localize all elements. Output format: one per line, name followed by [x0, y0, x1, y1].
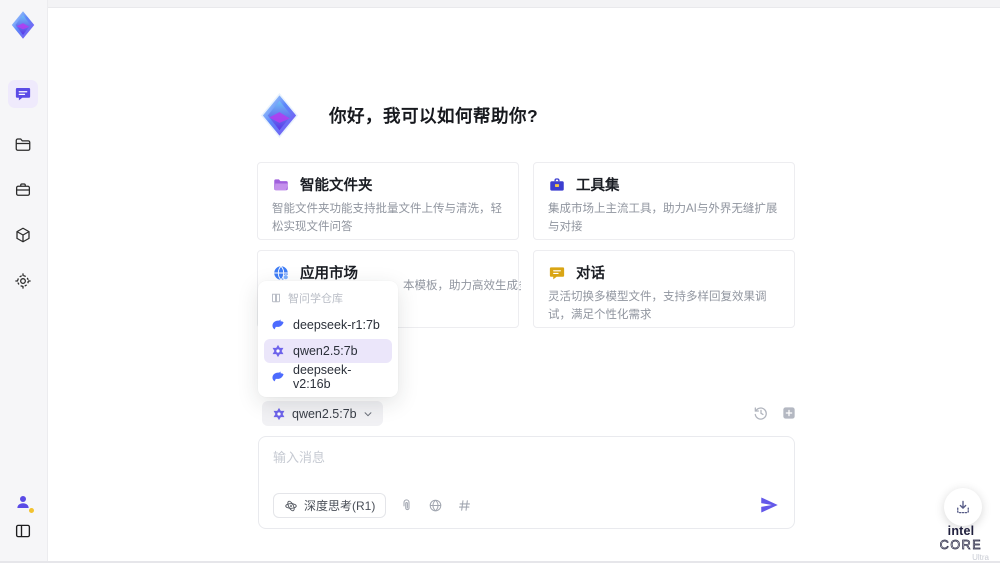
model-option-deepseek-r1[interactable]: deepseek-r1:7b	[264, 313, 392, 337]
model-dropdown-header: 智问学仓库	[264, 288, 392, 313]
panel-toggle-icon	[15, 524, 31, 538]
paperclip-icon	[403, 498, 410, 510]
core-wordmark: CORE	[939, 537, 983, 552]
deep-think-label: 深度思考(R1)	[304, 499, 376, 513]
card-smart-folder[interactable]: 智能文件夹 智能文件夹功能支持批量文件上传与清洗，轻松实现文件问答	[257, 162, 519, 240]
card-description: 灵活切换多模型文件，支持多样回复效果调试，满足个性化需求	[548, 291, 767, 321]
card-title: 对话	[576, 266, 605, 282]
sidebar-item-account[interactable]	[8, 488, 38, 516]
download-button[interactable]	[944, 488, 982, 526]
deepseek-icon	[272, 371, 284, 382]
sidebar-item-toolbox[interactable]	[8, 176, 38, 204]
send-button[interactable]	[758, 494, 780, 516]
deep-think-toggle[interactable]: 深度思考(R1)	[273, 493, 387, 518]
briefcase-icon	[15, 183, 31, 196]
cube-icon	[16, 227, 30, 243]
new-chat-button[interactable]	[780, 404, 798, 422]
prompt-library-button[interactable]	[457, 498, 473, 514]
model-selector-button[interactable]: qwen2.5:7b	[262, 401, 383, 426]
intel-wordmark: intel	[947, 524, 975, 538]
account-status-dot	[29, 508, 34, 513]
app-logo-icon	[11, 11, 35, 39]
sidebar-item-panel-toggle[interactable]	[8, 517, 38, 545]
web-search-button[interactable]	[428, 498, 444, 514]
gear-icon	[15, 273, 31, 289]
attach-button[interactable]	[399, 498, 415, 514]
titlebar-strip	[48, 0, 1000, 8]
toolset-icon	[550, 177, 564, 191]
qwen-icon	[273, 407, 285, 420]
model-option-qwen[interactable]: qwen2.5:7b	[264, 339, 392, 363]
card-dialog[interactable]: 对话 灵活切换多模型文件，支持多样回复效果调试，满足个性化需求	[533, 250, 795, 328]
message-input[interactable]	[273, 447, 763, 489]
globe-icon	[430, 499, 442, 511]
card-title: 智能文件夹	[300, 178, 373, 194]
greeting-title: 你好，我可以如何帮助你?	[329, 106, 539, 126]
sidebar-item-folders[interactable]	[8, 131, 38, 159]
card-title: 应用市场	[300, 266, 358, 282]
card-description: 智能文件夹功能支持批量文件上传与清洗，轻松实现文件问答	[272, 203, 502, 233]
download-icon	[957, 500, 969, 514]
app-market-icon	[274, 265, 289, 280]
chat-icon	[15, 88, 31, 101]
model-option-label: qwen2.5:7b	[293, 344, 358, 358]
chevron-down-icon	[364, 411, 372, 416]
model-option-label: deepseek-v2:16b	[293, 363, 352, 391]
composer-toolbar: 深度思考(R1)	[273, 493, 473, 518]
intel-core-badge: intel CORE Ultra	[925, 524, 997, 562]
model-dropdown-header-label: 智问学仓库	[288, 293, 343, 305]
history-button[interactable]	[752, 404, 770, 422]
greeting-logo-icon	[260, 92, 299, 139]
history-icon	[754, 407, 767, 420]
chat-actions	[752, 404, 798, 422]
card-toolset[interactable]: 工具集 集成市场上主流工具，助力AI与外界无缝扩展与对接	[533, 162, 795, 240]
model-dropdown: 智问学仓库 deepseek-r1:7b qwen2.5:7b deepseek…	[258, 281, 398, 397]
app-window: 你好，我可以如何帮助你? 智能文件夹 智能文件夹功能支持批量文件上传与清洗，轻松…	[0, 0, 1000, 563]
dialog-icon	[549, 266, 565, 279]
sidebar	[0, 0, 48, 561]
send-icon	[761, 497, 778, 513]
card-app-market-description-fragment: 本模板，助力高效生成多	[403, 280, 521, 292]
atom-icon	[285, 500, 297, 511]
greeting-header: 你好，我可以如何帮助你?	[256, 92, 538, 139]
sidebar-item-chat[interactable]	[8, 80, 38, 108]
sidebar-item-settings[interactable]	[8, 267, 38, 295]
sidebar-item-apps[interactable]	[8, 221, 38, 249]
message-composer: 深度思考(R1)	[258, 436, 795, 529]
smart-folder-icon	[274, 178, 289, 190]
card-description: 集成市场上主流工具，助力AI与外界无缝扩展与对接	[548, 203, 778, 233]
hash-icon	[459, 499, 471, 511]
model-option-deepseek-v2[interactable]: deepseek-v2:16b	[264, 363, 392, 391]
card-title: 工具集	[576, 178, 620, 194]
qwen-icon	[272, 344, 284, 358]
model-selector-label: qwen2.5:7b	[292, 406, 357, 421]
library-icon	[272, 293, 280, 303]
folder-icon	[15, 138, 31, 151]
new-chat-icon	[783, 407, 795, 419]
deepseek-icon	[272, 319, 284, 330]
model-option-label: deepseek-r1:7b	[293, 318, 380, 332]
